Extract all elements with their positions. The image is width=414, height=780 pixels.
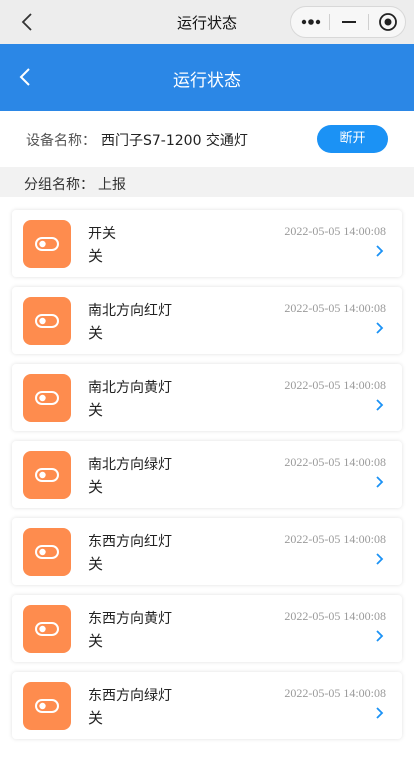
wechat-nav-bar: 运行状态 <box>0 0 414 44</box>
toggle-switch-icon <box>23 605 71 653</box>
chevron-right-icon <box>376 476 384 488</box>
chevron-right-icon <box>376 630 384 642</box>
device-info-row: 设备名称： 西门子S7-1200 交通灯 断开 <box>0 111 414 167</box>
item-timestamp: 2022-05-05 14:00:08 <box>284 455 386 469</box>
item-timestamp: 2022-05-05 14:00:08 <box>284 532 386 546</box>
device-name-label: 设备名称： <box>26 133 96 149</box>
item-name: 东西方向红灯 <box>88 534 172 550</box>
group-name-value: 上报 <box>98 177 126 193</box>
chevron-right-icon <box>376 553 384 565</box>
item-state: 关 <box>88 401 104 419</box>
chevron-right-icon <box>376 707 384 719</box>
more-dots-icon <box>301 19 321 25</box>
more-button[interactable] <box>291 7 329 37</box>
minus-icon <box>342 21 356 23</box>
disconnect-button[interactable]: 断开 <box>317 125 388 153</box>
item-name: 开关 <box>88 226 116 242</box>
toggle-switch-icon <box>23 374 71 422</box>
item-state: 关 <box>88 709 104 727</box>
item-name: 东西方向黄灯 <box>88 611 172 627</box>
device-name-value: 西门子S7-1200 交通灯 <box>101 133 248 149</box>
group-bar: 分组名称： 上报 <box>0 167 414 197</box>
item-timestamp: 2022-05-05 14:00:08 <box>284 609 386 623</box>
list-item[interactable]: 东西方向红灯 关 2022-05-05 14:00:08 <box>12 518 402 585</box>
app-header: 运行状态 <box>0 44 414 111</box>
group-name-label: 分组名称： <box>24 177 94 193</box>
toggle-switch-icon <box>23 451 71 499</box>
minimize-button[interactable] <box>330 7 368 37</box>
item-state: 关 <box>88 555 104 573</box>
toggle-switch-icon <box>23 220 71 268</box>
item-state: 关 <box>88 247 104 265</box>
item-state: 关 <box>88 632 104 650</box>
item-timestamp: 2022-05-05 14:00:08 <box>284 378 386 392</box>
toggle-switch-icon <box>23 297 71 345</box>
item-name: 东西方向绿灯 <box>88 688 172 704</box>
wechat-capsule <box>290 6 406 38</box>
item-name: 南北方向红灯 <box>88 303 172 319</box>
chevron-right-icon <box>376 322 384 334</box>
list-item[interactable]: 南北方向红灯 关 2022-05-05 14:00:08 <box>12 287 402 354</box>
item-name: 南北方向绿灯 <box>88 457 172 473</box>
item-state: 关 <box>88 324 104 342</box>
item-timestamp: 2022-05-05 14:00:08 <box>284 686 386 700</box>
list-item[interactable]: 南北方向黄灯 关 2022-05-05 14:00:08 <box>12 364 402 431</box>
item-name: 南北方向黄灯 <box>88 380 172 396</box>
toggle-switch-icon <box>23 528 71 576</box>
page-title: 运行状态 <box>173 71 241 91</box>
close-miniprogram-button[interactable] <box>369 7 407 37</box>
target-circle-icon <box>379 13 397 31</box>
item-timestamp: 2022-05-05 14:00:08 <box>284 224 386 238</box>
item-timestamp: 2022-05-05 14:00:08 <box>284 301 386 315</box>
toggle-switch-icon <box>23 682 71 730</box>
list-item[interactable]: 东西方向绿灯 关 2022-05-05 14:00:08 <box>12 672 402 739</box>
item-state: 关 <box>88 478 104 496</box>
list-item[interactable]: 南北方向绿灯 关 2022-05-05 14:00:08 <box>12 441 402 508</box>
list-item[interactable]: 东西方向黄灯 关 2022-05-05 14:00:08 <box>12 595 402 662</box>
list-item[interactable]: 开关 关 2022-05-05 14:00:08 <box>12 210 402 277</box>
chevron-right-icon <box>376 399 384 411</box>
chevron-right-icon <box>376 245 384 257</box>
